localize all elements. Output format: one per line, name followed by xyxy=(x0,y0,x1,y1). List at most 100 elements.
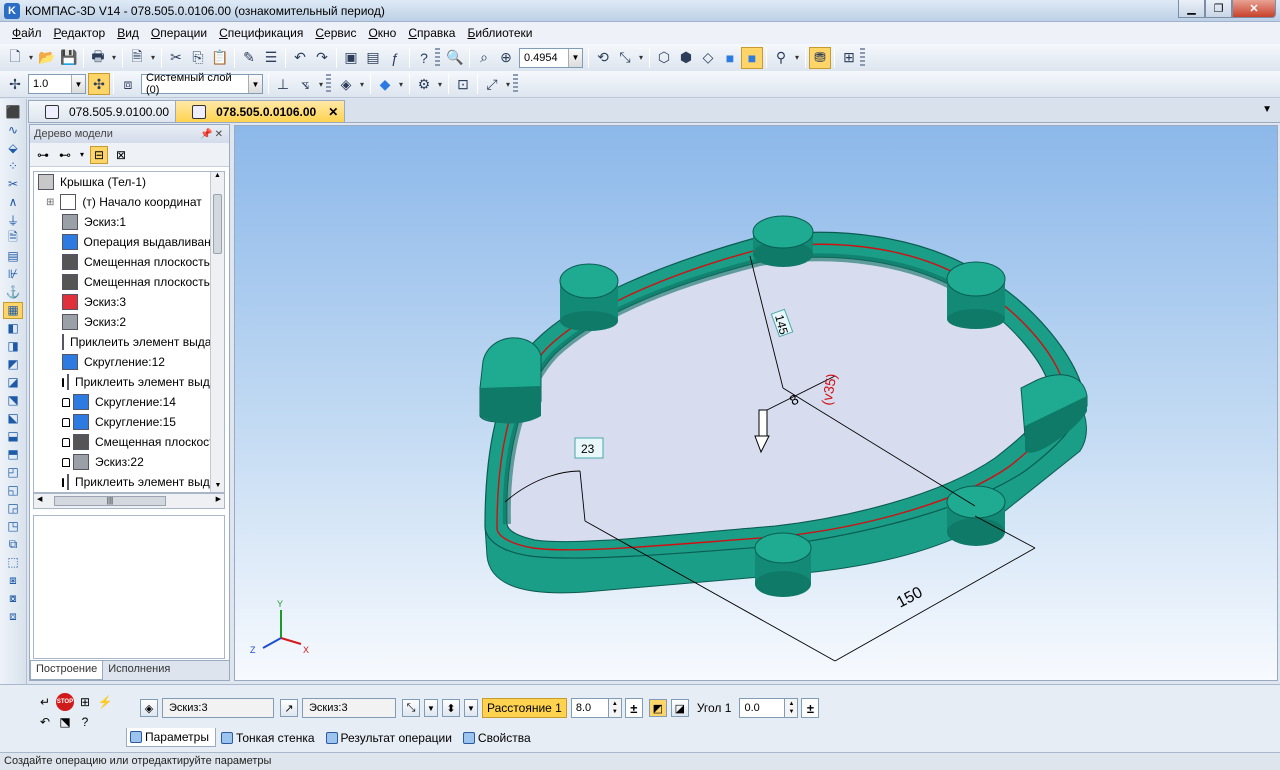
tab-parameters[interactable]: Параметры xyxy=(126,728,216,747)
kinematic-icon[interactable]: ⬔ xyxy=(3,392,23,409)
tab-thin-wall[interactable]: Тонкая стенка xyxy=(218,728,321,747)
redo-icon[interactable]: ↷ xyxy=(311,47,333,69)
help-icon[interactable]: ? xyxy=(76,713,94,731)
tab-build[interactable]: Построение xyxy=(30,661,104,680)
pattern-icon[interactable]: ⧉ xyxy=(3,536,23,553)
part-editing-icon[interactable]: ▦ xyxy=(3,301,23,319)
auto-create-icon[interactable]: ⬔ xyxy=(56,713,74,731)
dim-23-label[interactable]: 23 xyxy=(581,442,595,456)
menu-file[interactable]: Файл xyxy=(6,26,48,40)
tree-item[interactable]: Скругление:15 xyxy=(34,412,224,432)
tree-item[interactable]: Операция выдавливания xyxy=(34,232,224,252)
constraints-icon[interactable]: ⧇ xyxy=(3,590,23,607)
menu-specification[interactable]: Спецификация xyxy=(213,26,309,40)
tree-item[interactable]: Эскиз:2 xyxy=(34,312,224,332)
cut-tool-icon[interactable]: ✂ xyxy=(3,176,23,193)
loft-icon[interactable]: ⬕ xyxy=(3,410,23,427)
restore-button[interactable]: ❐ xyxy=(1205,0,1232,18)
undo-icon[interactable]: ↶ xyxy=(289,47,311,69)
draft-out-icon[interactable]: ◪ xyxy=(670,699,689,717)
properties-icon[interactable]: ⊞ xyxy=(838,47,860,69)
tree-item[interactable]: Приклеить элемент выдавливания xyxy=(34,332,224,352)
paste-icon[interactable]: 📋 xyxy=(209,47,231,69)
zoom-fit-icon[interactable]: ⌕ xyxy=(473,47,495,69)
tree-view-dropdown-icon[interactable]: ▾ xyxy=(78,146,86,164)
dimension-dropdown-icon[interactable]: ▾ xyxy=(503,73,513,95)
orientation-dropdown-icon[interactable]: ▾ xyxy=(636,47,646,69)
chevron-down-icon[interactable]: ▼ xyxy=(568,48,582,67)
close-panel-icon[interactable]: ✕ xyxy=(215,129,223,140)
wireframe-icon[interactable]: ⬡ xyxy=(653,47,675,69)
spec-icon[interactable]: ▤ xyxy=(3,248,23,265)
close-button[interactable]: ✕ xyxy=(1232,0,1276,18)
array-icon[interactable]: ◨ xyxy=(3,338,23,355)
kompas-app-icon[interactable]: K xyxy=(4,2,20,19)
shell-icon[interactable]: ◰ xyxy=(3,464,23,481)
distance-type-icon[interactable]: ⬍ xyxy=(442,699,460,717)
scroll-down-icon[interactable]: ▼ xyxy=(211,482,224,492)
model-tree-toggle-icon[interactable]: ⛃ xyxy=(809,46,831,69)
new-file-icon[interactable]: 🗋 xyxy=(4,47,26,69)
undo-panel-icon[interactable]: ↶ xyxy=(36,713,54,731)
properties-list-icon[interactable]: ☰ xyxy=(260,47,282,69)
macro-icon[interactable]: ⚓ xyxy=(3,284,23,301)
menu-edit[interactable]: Редактор xyxy=(48,26,112,40)
tree-item[interactable]: Приклеить элемент выдавливания xyxy=(34,372,224,392)
expand-icon[interactable]: ⊞ xyxy=(76,693,94,711)
enter-arrow-icon[interactable]: ↵ xyxy=(36,693,54,711)
scroll-left-icon[interactable]: ◀ xyxy=(37,495,42,503)
coordinate-system-icon[interactable]: ⊥ xyxy=(272,73,294,95)
chevron-down-icon[interactable]: ▼ xyxy=(71,75,85,93)
scroll-up-icon[interactable]: ▲ xyxy=(211,172,224,184)
direction-dropdown-icon[interactable]: ▼ xyxy=(424,699,438,717)
tree-order-icon[interactable]: ⊟ xyxy=(90,145,108,164)
menu-service[interactable]: Сервис xyxy=(309,26,362,40)
layer-icon[interactable]: ⧈ xyxy=(117,73,139,95)
sheet-icon[interactable]: ◳ xyxy=(3,518,23,535)
report-icon[interactable]: ⊮ xyxy=(3,266,23,283)
color-dropdown-icon[interactable]: ▾ xyxy=(357,73,367,95)
zoom-window-icon[interactable]: 🔍 xyxy=(444,47,466,69)
close-tab-icon[interactable]: ✕ xyxy=(328,105,338,119)
expand-icon[interactable]: ⊞ xyxy=(46,197,54,208)
distance-spinner[interactable]: ▲ ▼ xyxy=(608,698,622,718)
lightning-icon[interactable]: ⚡ xyxy=(96,693,114,711)
model-canvas[interactable]: 150 145 8 (v35) 23 Y X Z xyxy=(235,126,1278,681)
print-dropdown-icon[interactable]: ▾ xyxy=(109,47,119,69)
menu-view[interactable]: Вид xyxy=(111,26,145,40)
distance-input[interactable]: 8.0 xyxy=(570,698,609,718)
tree-horizontal-scrollbar[interactable]: ◀ ||| ▶ xyxy=(33,493,225,509)
menu-libraries[interactable]: Библиотеки xyxy=(461,26,538,40)
tree-item[interactable]: ⊞ (т) Начало координат xyxy=(34,192,224,212)
orientation-icon[interactable]: ⤡ xyxy=(614,47,636,69)
assembly-dropdown-icon[interactable]: ▾ xyxy=(435,73,445,95)
tree-structure-icon[interactable]: ⊶ xyxy=(34,146,52,164)
tree-filter-icon[interactable]: ⊠ xyxy=(112,146,130,164)
pin-icon[interactable]: 📌 xyxy=(200,129,212,140)
open-file-icon[interactable]: 📂 xyxy=(36,47,58,69)
preview-icon[interactable]: 🗎 xyxy=(126,47,148,69)
help-pointer-icon[interactable]: ? xyxy=(413,47,435,69)
tree-item[interactable]: Эскиз:3 xyxy=(34,292,224,312)
dimension-icon[interactable]: ⤢ xyxy=(481,73,503,95)
shaded-icon[interactable]: ■ xyxy=(719,47,741,69)
hole-icon[interactable]: ⬓ xyxy=(3,428,23,445)
plus-minus-button[interactable]: ± xyxy=(624,698,643,718)
section-icon[interactable]: ◲ xyxy=(3,500,23,517)
tree-vertical-scrollbar[interactable]: ▲ ▼ xyxy=(210,172,224,492)
menu-operations[interactable]: Операции xyxy=(145,26,213,40)
mirror-icon[interactable]: ◱ xyxy=(3,482,23,499)
measure-tool-icon[interactable]: ⬚ xyxy=(3,554,23,571)
perspective-icon[interactable]: ⚲ xyxy=(770,47,792,69)
tab-list-dropdown-icon[interactable]: ▼ xyxy=(1262,104,1272,115)
menu-help[interactable]: Справка xyxy=(402,26,461,40)
rotate-icon[interactable]: ⟲ xyxy=(592,47,614,69)
doc-tab-part[interactable]: 078.505.0.0106.00 ✕ xyxy=(175,100,346,122)
tree-item[interactable]: Эскиз:1 xyxy=(34,212,224,232)
save-icon[interactable]: 💾 xyxy=(58,47,80,69)
hidden-lines-icon[interactable]: ⬢ xyxy=(675,47,697,69)
layer-combo[interactable]: Системный слой (0) ▼ xyxy=(141,72,263,96)
draft-in-icon[interactable]: ◩ xyxy=(648,699,667,717)
assembly-icon[interactable]: ⚙ xyxy=(413,73,435,95)
halftone-icon[interactable]: ◇ xyxy=(697,47,719,69)
